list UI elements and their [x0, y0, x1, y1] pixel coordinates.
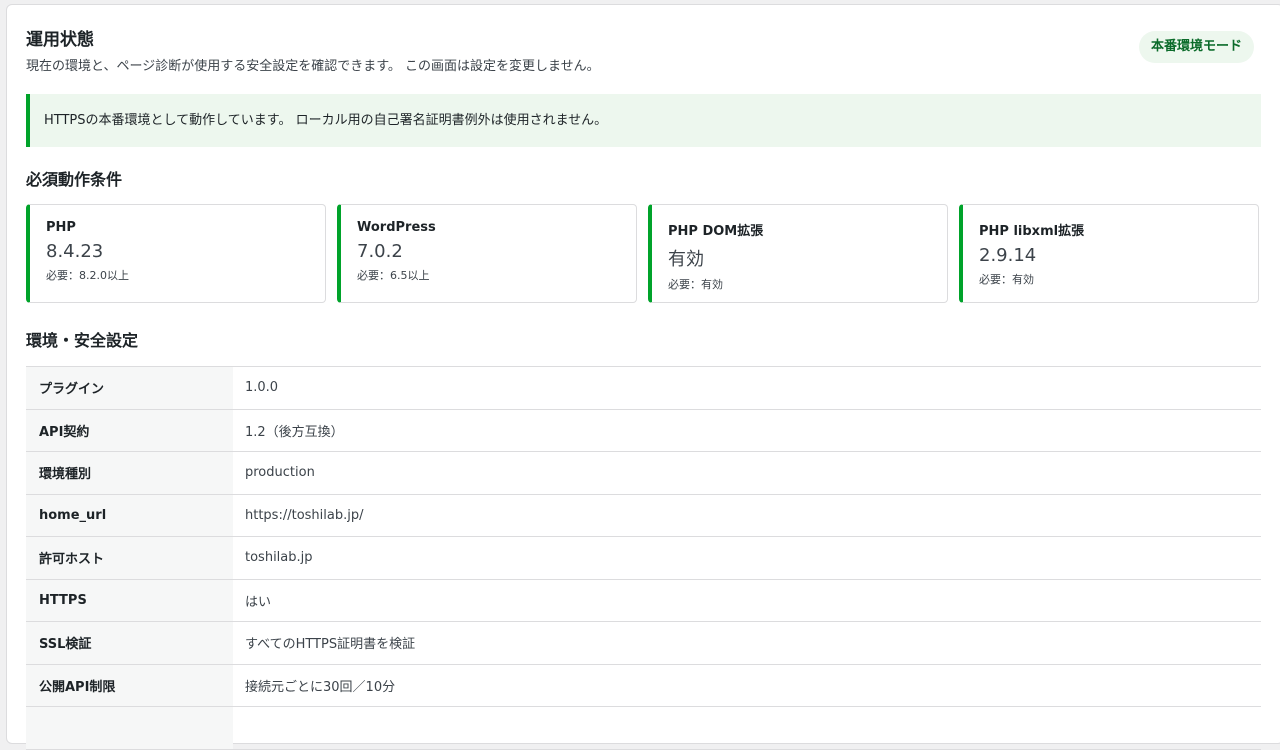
table-row: SSL検証 すべてのHTTPS証明書を検証: [26, 622, 1261, 665]
requirement-value: 7.0.2: [357, 241, 403, 262]
requirement-card-wordpress: WordPress 7.0.2 必要：6.5以上: [337, 204, 637, 303]
requirement-value: 2.9.14: [979, 245, 1037, 266]
requirement-need: 必要：6.5以上: [357, 269, 430, 282]
requirement-card-libxml: PHP libxml拡張 2.9.14 必要：有効: [959, 204, 1259, 303]
row-value: 1.2（後方互換）: [245, 424, 344, 440]
requirement-need: 必要：有効: [979, 273, 1034, 286]
table-row: 公開API制限 接続元ごとに30回／10分: [26, 664, 1261, 707]
environment-table: プラグイン 1.0.0 API契約 1.2（後方互換） 環境種別 product…: [26, 366, 1261, 750]
requirement-value: 8.4.23: [46, 241, 104, 262]
table-row: home_url https://toshilab.jp/: [26, 494, 1261, 537]
requirement-name: WordPress: [357, 220, 436, 235]
row-label: home_url: [26, 494, 233, 536]
table-row: 許可ホスト toshilab.jp: [26, 537, 1261, 580]
environment-title: 環境・安全設定: [26, 331, 139, 350]
row-value: [233, 707, 1261, 749]
page-description: 現在の環境と、ページ診断が使用する安全設定を確認できます。 この画面は設定を変更…: [26, 59, 600, 74]
mode-badge: 本番環境モード: [1139, 31, 1255, 63]
table-row: HTTPS はい: [26, 579, 1261, 622]
table-row: [26, 707, 1261, 750]
row-value: 1.0.0: [245, 380, 279, 396]
requirement-name: PHP DOM拡張: [668, 224, 764, 239]
row-label: 公開API制限: [26, 664, 233, 706]
requirements-title: 必須動作条件: [26, 170, 123, 189]
row-value: はい: [245, 594, 272, 610]
table-row: 環境種別 production: [26, 452, 1261, 495]
requirement-name: PHP libxml拡張: [979, 224, 1085, 239]
row-value: production: [245, 465, 315, 481]
row-label: 許可ホスト: [26, 537, 233, 579]
row-value: https://toshilab.jp/: [245, 507, 364, 523]
row-label: プラグイン: [26, 367, 233, 409]
requirement-card-php: PHP 8.4.23 必要：8.2.0以上: [26, 204, 326, 303]
table-row: プラグイン 1.0.0: [26, 367, 1261, 410]
row-value: すべてのHTTPS証明書を検証: [245, 637, 416, 653]
row-value: toshilab.jp: [245, 550, 313, 566]
https-notice: HTTPSの本番環境として動作しています。 ローカル用の自己署名証明書例外は使用…: [26, 94, 1261, 147]
row-label: SSL検証: [26, 622, 233, 664]
requirement-need: 必要：有効: [668, 278, 723, 291]
status-panel: 運用状態 現在の環境と、ページ診断が使用する安全設定を確認できます。 この画面は…: [6, 4, 1280, 750]
row-value: 接続元ごとに30回／10分: [245, 679, 396, 695]
table-row: API契約 1.2（後方互換）: [26, 409, 1261, 452]
row-label: HTTPS: [26, 579, 233, 621]
requirement-card-dom: PHP DOM拡張 有効 必要：有効: [648, 204, 948, 303]
page-title: 運用状態: [26, 30, 94, 50]
row-label: [26, 707, 233, 749]
row-label: 環境種別: [26, 452, 233, 494]
requirement-need: 必要：8.2.0以上: [46, 269, 129, 282]
requirement-value: 有効: [668, 249, 704, 270]
row-label: API契約: [26, 409, 233, 451]
requirement-name: PHP: [46, 220, 76, 235]
